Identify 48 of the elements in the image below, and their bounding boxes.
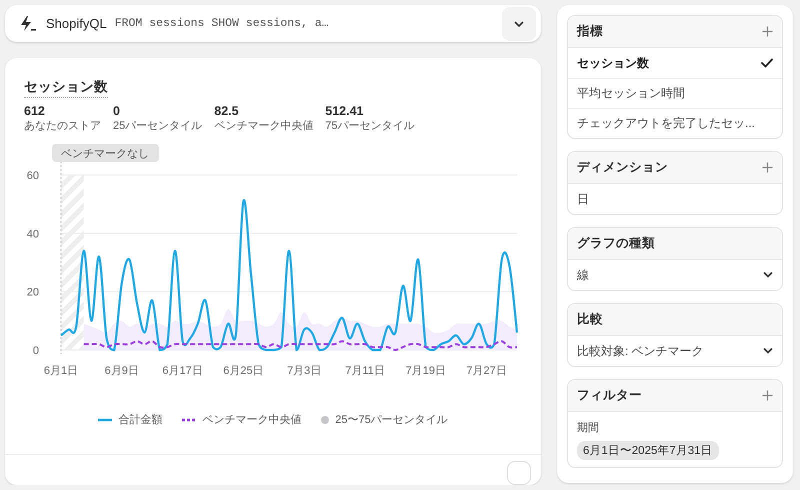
section-title: 指標 [577,23,603,40]
x-tick-label: 6月25日 [223,365,264,377]
chevron-down-icon [763,347,773,355]
legend-line-icon [98,418,112,422]
legend-label: 合計金額 [118,412,162,427]
x-tick-label: 7月3日 [287,365,322,377]
stat-label: 25パーセンタイル [113,119,202,133]
metric-list-item[interactable]: 日 [568,184,782,214]
x-tick-label: 6月9日 [104,365,139,377]
plus-icon[interactable] [762,162,773,173]
chevron-down-icon [763,271,773,279]
legend-dashed-line-icon [182,418,196,422]
legend-label: 25〜75パーセンタイル [335,413,448,427]
y-tick-label: 20 [26,286,39,299]
stat-value: 82.5 [214,104,240,118]
stat-label: あなたのストア [24,119,101,133]
annotation-label: ベンチマークなし [52,144,159,162]
x-tick-label: 6月17日 [162,365,203,377]
query-language-label: ShopifyQL [46,16,107,31]
section-title: 比較 [577,311,603,328]
query-text: FROM sessions SHOW sessions, a… [114,17,330,30]
section-title: ディメンション [577,159,668,176]
x-tick-label: 7月11日 [345,365,385,377]
date-range-chip[interactable]: 6月1日〜2025年7月31日 [577,441,719,460]
filter-label: 期間 [577,421,599,435]
stat-label: ベンチマーク中央値 [214,119,314,133]
y-tick-label: 40 [26,228,39,240]
x-tick-label: 7月19日 [406,365,446,377]
x-tick-label: 6月1日 [44,365,78,377]
check-icon [761,58,773,68]
stat-value: 612 [24,104,46,118]
stat-value: 512.41 [325,104,364,118]
y-tick-label: 0 [32,345,39,357]
stat-value: 0 [113,104,121,118]
section-title: グラフの種類 [577,235,655,252]
metric-list-item[interactable]: 平均セッション時間 [568,78,782,108]
plus-icon[interactable] [762,390,773,401]
y-tick-label: 60 [26,170,39,182]
stat-label: 75パーセンタイル [325,119,414,133]
x-tick-label: 7月27日 [466,365,507,377]
legend-label: ベンチマーク中央値 [202,413,302,427]
metric-list-item[interactable]: チェックアウトを完了したセッ... [568,108,782,138]
legend-dot-icon [321,416,330,424]
metric-list-item[interactable]: セッション数 [568,48,782,78]
metric-title: セッション数 [24,78,108,98]
bolt-icon [19,14,37,32]
plus-icon[interactable] [762,26,773,37]
section-title: フィルター [577,387,642,404]
